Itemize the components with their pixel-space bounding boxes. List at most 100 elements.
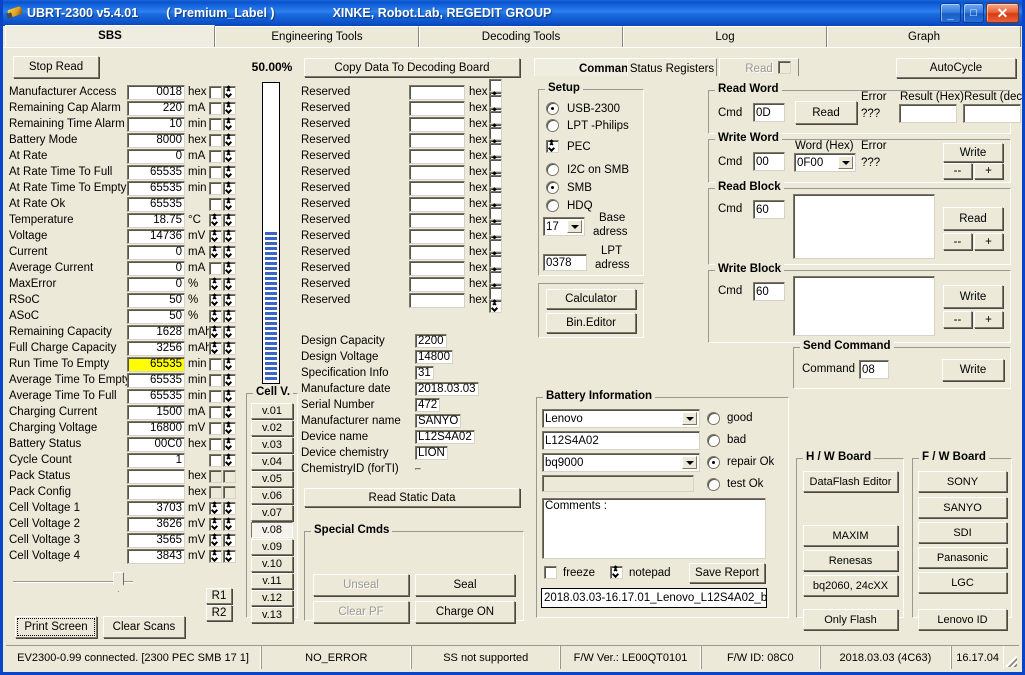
sbs-read-checkbox[interactable] xyxy=(223,325,236,339)
sbs-read-checkbox[interactable] xyxy=(223,437,236,451)
battery-state-row[interactable]: repair Ok xyxy=(707,451,787,473)
smb-radio[interactable] xyxy=(546,181,559,194)
hw-board-button-2[interactable]: Renesas xyxy=(803,550,898,571)
slider-thumb[interactable] xyxy=(113,572,124,592)
fw-board-button-1[interactable]: SANYO xyxy=(918,497,1007,518)
radio-hdq[interactable]: HDQ xyxy=(546,199,593,212)
sbs-read-checkbox[interactable] xyxy=(223,117,236,131)
sbs-row-value[interactable]: 0 xyxy=(127,244,185,260)
reserved-write-checkbox[interactable] xyxy=(489,287,502,300)
cell-voltage-button-v-13[interactable]: v.13 xyxy=(251,607,293,623)
battery-state-radio[interactable] xyxy=(707,411,720,425)
reserved-write-checkbox[interactable] xyxy=(489,191,502,204)
save-report-button[interactable]: Save Report xyxy=(689,563,765,583)
static-data-value[interactable]: 14800 xyxy=(415,350,453,364)
cell-voltage-button-v-09[interactable]: v.09 xyxy=(251,539,293,555)
sbs-write-checkbox[interactable] xyxy=(209,197,222,211)
radio-i2c-on-smb[interactable]: I2C on SMB xyxy=(546,163,629,176)
fw-board-button-2[interactable]: SDI xyxy=(918,522,1007,543)
sbs-read-checkbox[interactable] xyxy=(223,389,236,403)
sbs-row-value[interactable]: 50 xyxy=(127,292,185,308)
result-dec-input[interactable] xyxy=(963,104,1021,123)
battery-state-row[interactable]: good xyxy=(707,407,787,429)
read-block-minus-button[interactable]: -- xyxy=(943,233,972,250)
reserved-read-checkbox[interactable] xyxy=(489,300,502,313)
sbs-read-checkbox[interactable] xyxy=(223,261,236,275)
reserved-write-checkbox[interactable] xyxy=(489,223,502,236)
write-word-cmd-input[interactable]: 00 xyxy=(753,152,785,171)
sbs-read-checkbox[interactable] xyxy=(223,133,236,147)
read-block-plus-button[interactable]: + xyxy=(974,233,1003,250)
notepad-checkbox[interactable] xyxy=(610,566,623,579)
sbs-row-value[interactable]: 3843 xyxy=(127,548,185,564)
sbs-read-checkbox[interactable] xyxy=(223,213,236,227)
pec-checkbox[interactable] xyxy=(546,140,559,153)
sbs-write-checkbox[interactable] xyxy=(209,101,222,115)
sbs-row-value[interactable]: 220 xyxy=(127,100,185,116)
sbs-write-checkbox[interactable] xyxy=(209,165,222,179)
radio-usb-2300[interactable]: USB-2300 xyxy=(546,102,620,115)
tab-status-registers[interactable]: Status Registers xyxy=(627,58,717,76)
calculator-button[interactable]: Calculator xyxy=(546,289,636,309)
clear-pf-button[interactable]: Clear PF xyxy=(313,601,409,623)
cell-voltage-button-v-12[interactable]: v.12 xyxy=(251,590,293,606)
chevron-down-icon[interactable] xyxy=(567,220,582,233)
send-command-input[interactable]: 08 xyxy=(859,360,889,379)
scan-slider[interactable] xyxy=(13,572,133,592)
tab-log[interactable]: Log xyxy=(623,26,827,47)
sbs-read-checkbox[interactable] xyxy=(223,293,236,307)
sbs-read-checkbox[interactable] xyxy=(223,277,236,291)
reserved-row-value[interactable] xyxy=(409,260,465,276)
sbs-row-value[interactable]: 14736 xyxy=(127,228,185,244)
reserved-write-checkbox[interactable] xyxy=(489,175,502,188)
sbs-row-value[interactable]: 1628 xyxy=(127,324,185,340)
static-data-value[interactable]: SANYO xyxy=(415,414,462,428)
reserved-row-value[interactable] xyxy=(409,84,465,100)
sbs-read-checkbox[interactable] xyxy=(223,357,236,371)
reserved-write-checkbox[interactable] xyxy=(489,159,502,172)
cell-voltage-button-v-07[interactable]: v.07 xyxy=(251,505,293,521)
battery-model-input[interactable]: L12S4A02 xyxy=(542,431,700,450)
sbs-row-value[interactable]: 3565 xyxy=(127,532,185,548)
read-tab-checkbox[interactable] xyxy=(778,61,791,74)
sbs-row-value[interactable]: 0 xyxy=(127,276,185,292)
sbs-write-checkbox[interactable] xyxy=(209,229,222,243)
lpt-address-input[interactable]: 0378 xyxy=(543,254,587,271)
print-screen-button[interactable]: Print Screen xyxy=(15,616,97,638)
battery-state-radio[interactable] xyxy=(707,455,720,469)
battery-comments-textarea[interactable]: Comments : xyxy=(542,498,766,559)
hdq-radio[interactable] xyxy=(546,199,559,212)
sbs-row-value[interactable]: 65535 xyxy=(127,388,185,404)
lpt-philips-radio[interactable] xyxy=(546,119,559,132)
write-word-plus-button[interactable]: + xyxy=(974,163,1003,179)
sbs-row-value[interactable]: 50 xyxy=(127,308,185,324)
fw-board-button-0[interactable]: SONY xyxy=(918,471,1007,492)
static-data-value[interactable]: 2200 xyxy=(415,334,447,348)
reserved-row-value[interactable] xyxy=(409,244,465,260)
sbs-write-checkbox[interactable] xyxy=(209,501,222,515)
static-data-value[interactable]: 31 xyxy=(415,366,434,380)
clear-scans-button[interactable]: Clear Scans xyxy=(103,616,185,638)
reserved-row-value[interactable] xyxy=(409,148,465,164)
sbs-row-value[interactable]: 0 xyxy=(127,148,185,164)
sbs-row-value[interactable]: 65535 xyxy=(127,196,185,212)
sbs-write-checkbox[interactable] xyxy=(209,453,222,467)
cell-voltage-button-v-02[interactable]: v.02 xyxy=(251,420,293,436)
battery-extra-input[interactable] xyxy=(542,475,694,492)
sbs-write-checkbox[interactable] xyxy=(209,517,222,531)
reserved-write-checkbox[interactable] xyxy=(489,255,502,268)
reserved-row-value[interactable] xyxy=(409,196,465,212)
hw-board-button-3[interactable]: bq2060, 24cXX xyxy=(803,575,898,596)
reserved-row-value[interactable] xyxy=(409,228,465,244)
write-word-write-button[interactable]: Write xyxy=(943,143,1003,162)
maximize-button[interactable]: □ xyxy=(963,3,984,23)
cell-voltage-button-v-04[interactable]: v.04 xyxy=(251,454,293,470)
sbs-write-checkbox[interactable] xyxy=(209,341,222,355)
reserved-row-value[interactable] xyxy=(409,180,465,196)
sbs-read-checkbox[interactable] xyxy=(223,373,236,387)
sbs-write-checkbox[interactable] xyxy=(209,181,222,195)
i2c-on-smb-radio[interactable] xyxy=(546,163,559,176)
sbs-read-checkbox[interactable] xyxy=(223,229,236,243)
cell-voltage-button-v-06[interactable]: v.06 xyxy=(251,488,293,504)
write-block-write-button[interactable]: Write xyxy=(943,285,1003,308)
